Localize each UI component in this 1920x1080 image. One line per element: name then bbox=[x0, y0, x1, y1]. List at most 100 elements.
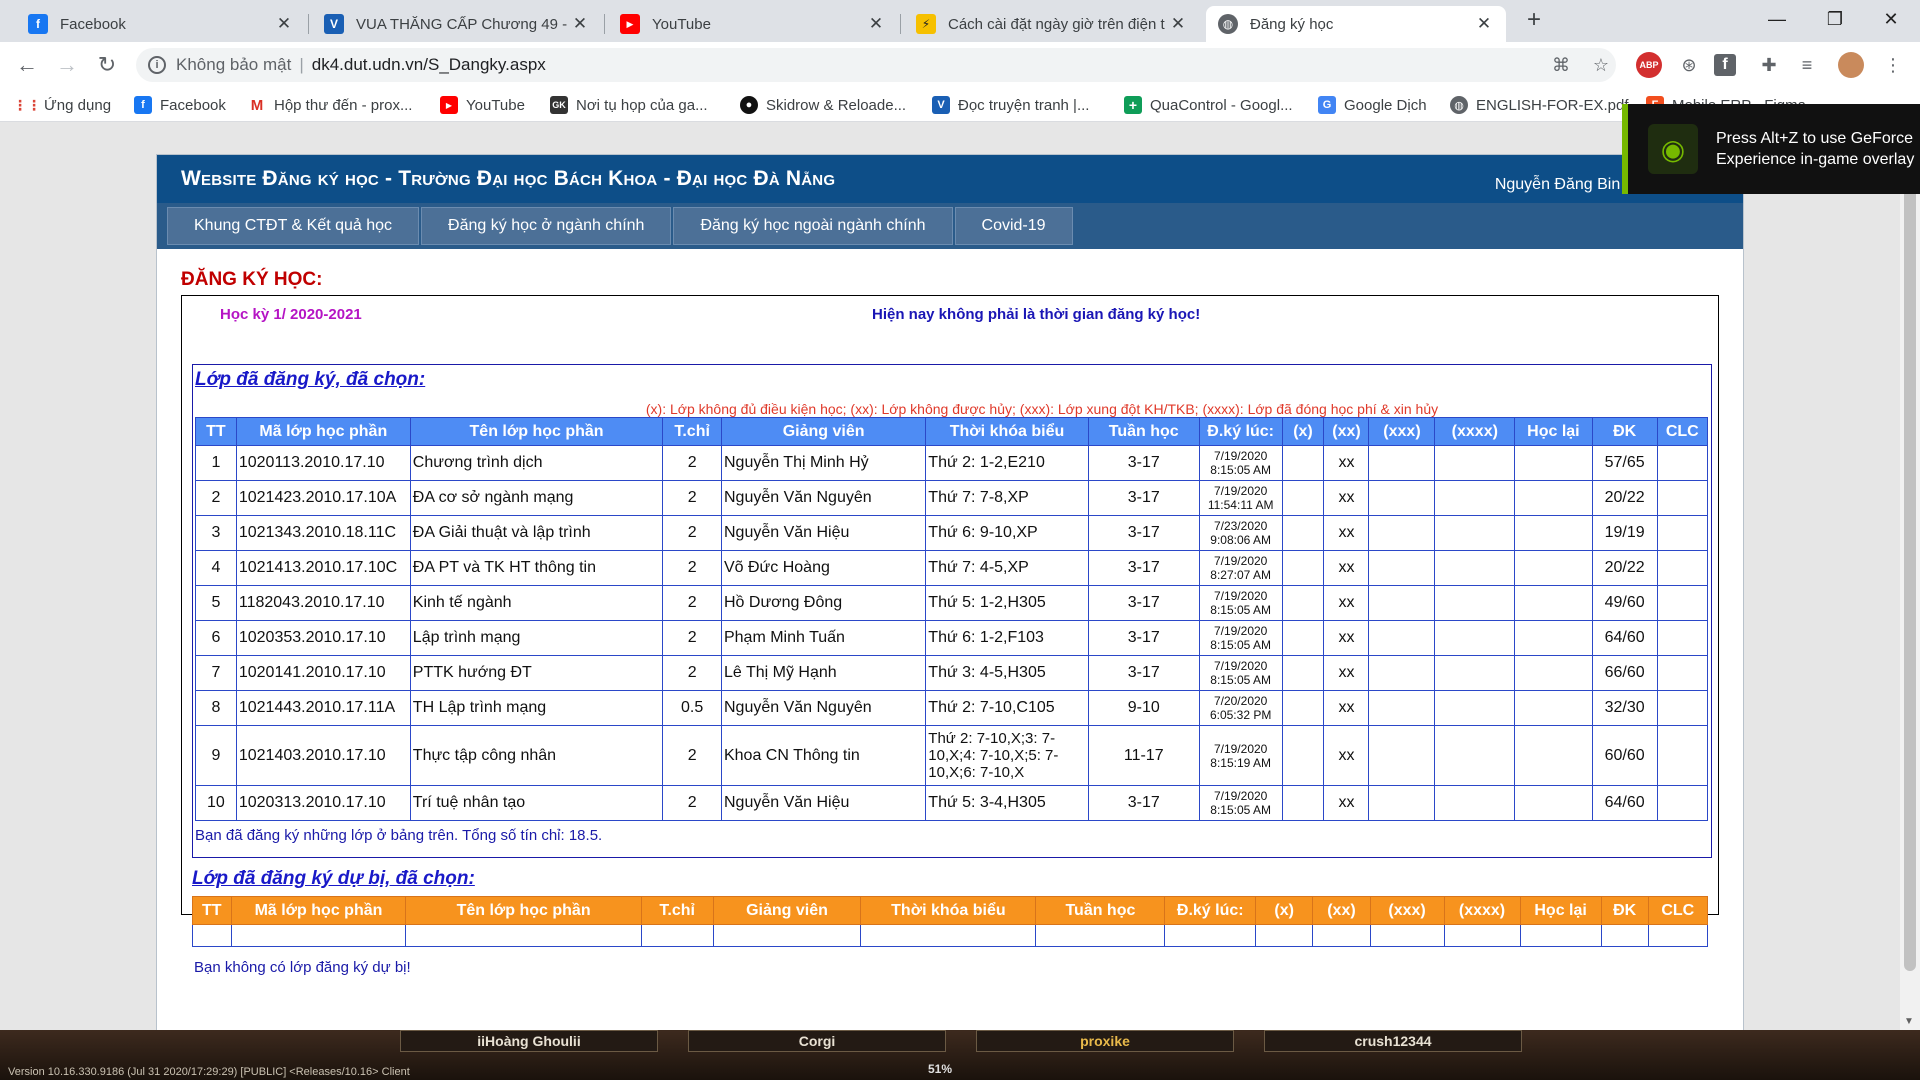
table-row: 7 1020141.2010.17.10 PTTK hướng ĐT 2 Lê Thị … bbox=[195, 655, 1709, 691]
cell-registered-at: 7/19/2020 8:15:05 AM bbox=[1198, 445, 1283, 481]
scrollbar-thumb[interactable] bbox=[1904, 131, 1916, 971]
player-slot[interactable]: proxike bbox=[976, 1030, 1234, 1052]
tab-separator bbox=[604, 14, 605, 34]
bookmark-english-pdf[interactable]: ◍ ENGLISH-FOR-EX.pdf bbox=[1450, 95, 1629, 115]
menu-register-main-major[interactable]: Đăng ký học ở ngành chính bbox=[421, 207, 672, 245]
address-bar[interactable]: i Không bảo mật | dk4.dut.udn.vn/S_Dangk… bbox=[136, 48, 1616, 82]
cell-xxxx bbox=[1434, 445, 1516, 481]
cell-tt: 1 bbox=[195, 445, 237, 481]
registered-time: 8:15:05 AM bbox=[1210, 673, 1271, 687]
tab-youtube[interactable]: ▶ YouTube ✕ bbox=[608, 6, 898, 42]
cell-enrolled: 20/22 bbox=[1591, 480, 1658, 516]
registered-time: 8:15:05 AM bbox=[1210, 603, 1271, 617]
adblock-icon[interactable]: ABP bbox=[1636, 52, 1662, 78]
bookmark-comic[interactable]: V Đọc truyện tranh |... bbox=[932, 95, 1089, 115]
bookmark-youtube[interactable]: ▶ YouTube bbox=[440, 95, 525, 115]
cell-x bbox=[1281, 690, 1325, 726]
back-button[interactable]: ← bbox=[12, 50, 42, 80]
info-icon[interactable]: i bbox=[148, 56, 166, 74]
cell-class-name: Lập trình mạng bbox=[409, 620, 664, 656]
column-header: (xxxx) bbox=[1443, 896, 1521, 925]
status-legend: (x): Lớp không đủ điều kiện học; (xx): L… bbox=[645, 401, 1439, 417]
media-control-icon[interactable]: ≡ bbox=[1794, 52, 1820, 78]
maximize-button[interactable]: ❐ bbox=[1806, 0, 1864, 38]
cell-x bbox=[1281, 655, 1325, 691]
bookmark-gamek[interactable]: GK Nơi tụ họp của ga... bbox=[550, 95, 708, 115]
reload-button[interactable]: ↻ bbox=[92, 50, 122, 80]
security-status[interactable]: Không bảo mật bbox=[176, 55, 291, 75]
bookmark-quacontrol[interactable]: + QuaControl - Googl... bbox=[1124, 95, 1293, 115]
menu-register-other-major[interactable]: Đăng ký học ngoài ngành chính bbox=[673, 207, 953, 245]
youtube-icon: ▶ bbox=[620, 14, 640, 34]
table-row: 3 1021343.2010.18.11C ĐA Giải thuật và lập… bbox=[195, 515, 1709, 551]
registered-time: 8:15:05 AM bbox=[1210, 463, 1271, 477]
scroll-down-icon[interactable]: ▼ bbox=[1904, 1016, 1914, 1027]
column-header: Tên lớp học phần bbox=[405, 896, 642, 925]
page-viewport: Website Đăng ký học - Trường Đại học Bác… bbox=[0, 123, 1900, 1030]
cell-retake bbox=[1514, 515, 1593, 551]
google-sheets-icon: + bbox=[1124, 96, 1142, 114]
page-scrollbar[interactable]: ▲ ▼ bbox=[1900, 123, 1920, 1030]
page-title: ĐĂNG KÝ HỌC: bbox=[181, 269, 323, 290]
cell-x bbox=[1281, 515, 1325, 551]
player-slot[interactable]: iiHoàng Ghoulii bbox=[400, 1030, 658, 1052]
registered-classes-table: TT Mã lớp học phần Tên lớp học phần T.chỉ Gi… bbox=[195, 417, 1709, 821]
cell-class-code: 1020353.2010.17.10 bbox=[235, 620, 411, 656]
page-content: ĐĂNG KÝ HỌC: Học kỳ 1/ 2020-2021 Hiện na… bbox=[157, 249, 1743, 976]
tab-facebook[interactable]: f Facebook ✕ bbox=[16, 6, 306, 42]
registered-time: 8:15:05 AM bbox=[1210, 803, 1271, 817]
facebook-extension-icon[interactable]: f bbox=[1714, 54, 1736, 76]
forward-button[interactable]: → bbox=[52, 50, 82, 80]
tab-dang-ky-hoc[interactable]: ◍ Đăng ký học ✕ bbox=[1206, 6, 1506, 42]
overlay-message: Press Alt+Z to use GeForce Experience in… bbox=[1716, 130, 1915, 168]
registered-date: 7/19/2020 bbox=[1213, 449, 1268, 463]
bookmark-gmail[interactable]: M Hộp thư đến - prox... bbox=[248, 95, 413, 115]
menu-curriculum-results[interactable]: Khung CTĐT & Kết quả học bbox=[167, 207, 420, 245]
menu-kebab-icon[interactable]: ⋮ bbox=[1880, 52, 1906, 78]
minimize-button[interactable]: — bbox=[1748, 0, 1806, 38]
cell-retake bbox=[1514, 620, 1593, 656]
reserve-heading: Lớp đã đăng ký dự bị, đã chọn: bbox=[192, 868, 475, 889]
profile-avatar[interactable] bbox=[1838, 52, 1864, 78]
table-cell bbox=[1255, 924, 1314, 947]
column-header: Mã lớp học phần bbox=[235, 417, 411, 446]
close-tab-icon[interactable]: ✕ bbox=[1474, 14, 1494, 34]
table-cell bbox=[1443, 924, 1521, 947]
tab-article[interactable]: ⚡ Cách cài đặt ngày giờ trên điện t ✕ bbox=[904, 6, 1200, 42]
bookmark-apps[interactable]: ⋮⋮ Ứng dụng bbox=[13, 95, 111, 115]
tab-comic[interactable]: V VUA THĂNG CẤP Chương 49 - Tr ✕ bbox=[312, 6, 602, 42]
bookmark-facebook[interactable]: f Facebook bbox=[134, 95, 226, 115]
comic-site-icon: V bbox=[324, 14, 344, 34]
bookmark-skidrow[interactable]: ● Skidrow & Reloade... bbox=[740, 95, 906, 115]
url-text[interactable]: dk4.dut.udn.vn/S_Dangky.aspx bbox=[312, 55, 546, 75]
extensions-puzzle-icon[interactable]: ✚ bbox=[1756, 52, 1782, 78]
cell-class-name: Thực tập công nhân bbox=[409, 725, 664, 786]
column-header: (xxx) bbox=[1369, 896, 1445, 925]
cell-credits: 2 bbox=[662, 550, 722, 586]
close-tab-icon[interactable]: ✕ bbox=[274, 14, 294, 34]
bookmark-star-icon[interactable]: ☆ bbox=[1588, 52, 1614, 78]
close-tab-icon[interactable]: ✕ bbox=[570, 14, 590, 34]
close-tab-icon[interactable]: ✕ bbox=[866, 14, 886, 34]
translate-icon[interactable]: ⌘ bbox=[1548, 52, 1574, 78]
cell-enrolled: 64/60 bbox=[1591, 785, 1658, 821]
cell-tt: 3 bbox=[195, 515, 237, 551]
cell-xxx bbox=[1368, 550, 1436, 586]
cell-x bbox=[1281, 480, 1325, 516]
close-window-button[interactable]: ✕ bbox=[1862, 0, 1920, 38]
player-slot[interactable]: crush12344 bbox=[1264, 1030, 1522, 1052]
player-slot[interactable]: Corgi bbox=[688, 1030, 946, 1052]
extension-web-icon[interactable]: ⊛ bbox=[1676, 52, 1702, 78]
registration-notice: Hiện nay không phải là thời gian đăng ký… bbox=[872, 306, 1201, 323]
table-cell bbox=[405, 924, 642, 947]
menu-covid-19[interactable]: Covid-19 bbox=[954, 207, 1073, 245]
bookmark-google-translate[interactable]: G Google Dịch bbox=[1318, 95, 1427, 115]
new-tab-button[interactable]: + bbox=[1520, 6, 1548, 34]
registered-time: 6:05:32 PM bbox=[1209, 708, 1272, 722]
cell-registered-at: 7/19/2020 8:15:05 AM bbox=[1198, 655, 1283, 691]
close-tab-icon[interactable]: ✕ bbox=[1168, 14, 1188, 34]
column-header: TT bbox=[195, 417, 237, 446]
cell-enrolled: 64/60 bbox=[1591, 620, 1658, 656]
cell-clc bbox=[1656, 725, 1709, 786]
column-header: (xxxx) bbox=[1434, 417, 1516, 446]
